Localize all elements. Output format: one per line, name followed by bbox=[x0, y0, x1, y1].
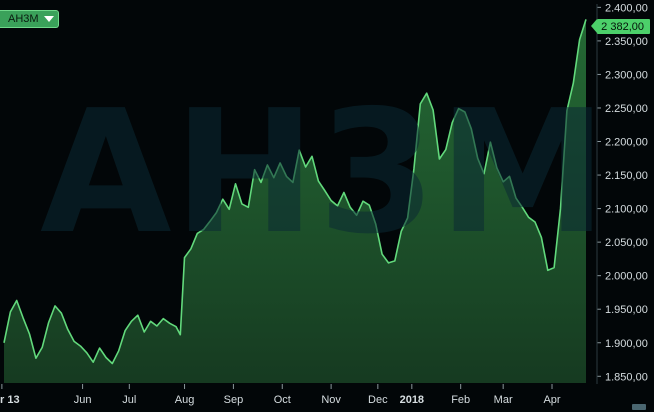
y-axis: 1.850,00 1.900,00 1.950,00 2.000,00 2.050,00… bbox=[596, 2, 648, 384]
y-tick-label: 2.200,00 bbox=[605, 137, 648, 149]
x-tick-label: Oct bbox=[274, 394, 291, 406]
scroll-marker[interactable] bbox=[632, 404, 646, 410]
y-tick-label: 2.350,00 bbox=[605, 36, 648, 48]
y-tick-label: 2.250,00 bbox=[605, 103, 648, 115]
x-tick-label: Dec bbox=[368, 394, 388, 406]
y-tick-label: 1.850,00 bbox=[605, 371, 648, 383]
ticker-label: AH3M bbox=[8, 13, 39, 25]
y-tick-label: 2.150,00 bbox=[605, 170, 648, 182]
x-axis: r 13 Jun Jul Aug Sep Oct Nov Dec 2018 Feb Mar Apr bbox=[0, 384, 561, 406]
y-tick-label: 2.050,00 bbox=[605, 237, 648, 249]
last-price-tag: 2 382,00 bbox=[591, 19, 650, 34]
y-tick-label: 1.900,00 bbox=[605, 338, 648, 350]
x-tick-label: Jun bbox=[74, 394, 92, 406]
x-tick-label: Jul bbox=[122, 394, 136, 406]
x-tick-label: Nov bbox=[321, 394, 341, 406]
x-tick-label: Aug bbox=[175, 394, 195, 406]
y-tick-label: 2.400,00 bbox=[605, 2, 648, 14]
x-tick-label: r 13 bbox=[0, 394, 20, 406]
x-tick-label: Feb bbox=[451, 394, 470, 406]
x-tick-label: Mar bbox=[494, 394, 513, 406]
y-tick-label: 1.950,00 bbox=[605, 304, 648, 316]
y-tick-label: 2.100,00 bbox=[605, 204, 648, 216]
y-tick-label: 2.300,00 bbox=[605, 69, 648, 81]
ticker-selector[interactable]: AH3M bbox=[0, 10, 59, 28]
x-tick-label: Apr bbox=[543, 394, 560, 406]
price-chart: 1.850,00 1.900,00 1.950,00 2.000,00 2.050,00… bbox=[0, 2, 648, 406]
x-tick-label: 2018 bbox=[400, 394, 424, 406]
chevron-down-icon bbox=[43, 16, 54, 22]
y-tick-label: 2.000,00 bbox=[605, 271, 648, 283]
x-tick-label: Sep bbox=[224, 394, 244, 406]
price-area bbox=[4, 19, 586, 384]
